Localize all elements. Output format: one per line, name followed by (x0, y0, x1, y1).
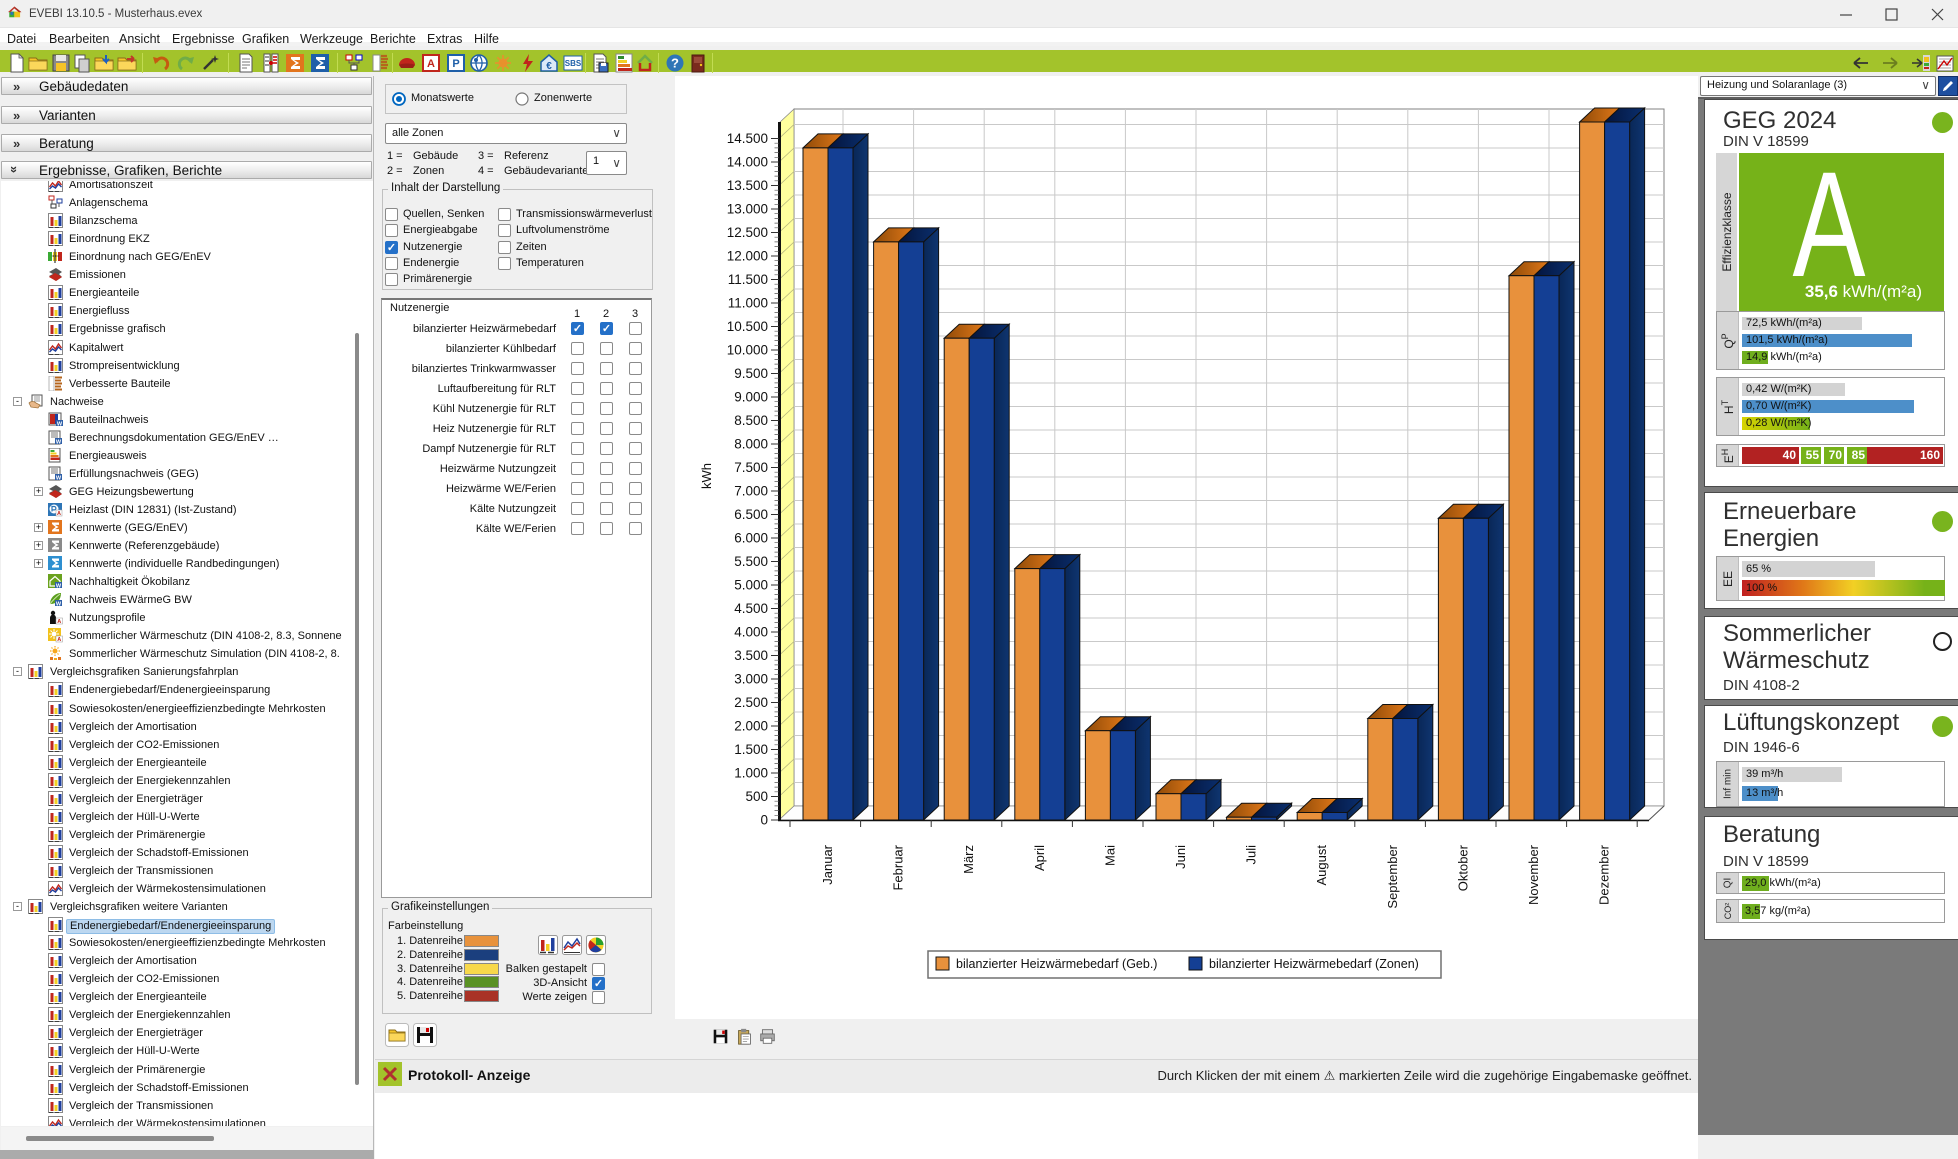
svg-text:0: 0 (760, 813, 768, 828)
svg-text:€: € (546, 61, 552, 72)
svg-text:7.000: 7.000 (734, 484, 768, 499)
svg-text:500: 500 (745, 789, 768, 804)
svg-text:bilanzierter Heizwärmebedarf (: bilanzierter Heizwärmebedarf (Zonen) (1209, 957, 1419, 971)
svg-text:13.000: 13.000 (727, 202, 768, 217)
svg-text:SBS: SBS (565, 59, 582, 68)
svg-text:2.500: 2.500 (734, 695, 768, 710)
svg-text:Mai: Mai (1102, 845, 1117, 866)
svg-text:5.500: 5.500 (734, 554, 768, 569)
svg-text:8.500: 8.500 (734, 413, 768, 428)
svg-text:12.500: 12.500 (727, 225, 768, 240)
svg-text:6.500: 6.500 (734, 507, 768, 522)
svg-text:2.000: 2.000 (734, 719, 768, 734)
svg-text:bilanzierter Heizwärmebedarf (: bilanzierter Heizwärmebedarf (Geb.) (956, 957, 1157, 971)
svg-text:A: A (427, 58, 435, 70)
svg-text:Februar: Februar (891, 844, 906, 890)
svg-text:3.000: 3.000 (734, 672, 768, 687)
svg-text:6.000: 6.000 (734, 531, 768, 546)
svg-text:Juli: Juli (1244, 845, 1259, 865)
svg-text:September: September (1385, 844, 1400, 908)
svg-text:März: März (961, 845, 976, 874)
svg-text:1.500: 1.500 (734, 742, 768, 757)
svg-text:11.000: 11.000 (728, 296, 768, 311)
svg-text:August: August (1314, 845, 1329, 886)
svg-text:9.000: 9.000 (734, 390, 768, 405)
svg-text:7.500: 7.500 (734, 460, 768, 475)
svg-text:10.500: 10.500 (727, 319, 768, 334)
svg-text:13.500: 13.500 (727, 178, 768, 193)
svg-text:12.000: 12.000 (727, 249, 768, 264)
svg-text:4.000: 4.000 (734, 625, 768, 640)
svg-text:Dezember: Dezember (1597, 844, 1612, 905)
svg-text:Januar: Januar (820, 844, 835, 884)
svg-text:14.500: 14.500 (727, 131, 768, 146)
svg-text:April: April (1032, 845, 1047, 871)
svg-text:kWh: kWh (699, 463, 714, 489)
svg-text:14.000: 14.000 (727, 155, 768, 170)
svg-text:3.500: 3.500 (734, 648, 768, 663)
svg-text:1.000: 1.000 (734, 766, 768, 781)
svg-text:Oktober: Oktober (1455, 844, 1470, 891)
svg-text:4.500: 4.500 (734, 601, 768, 616)
svg-text:November: November (1526, 844, 1541, 905)
svg-text:9.500: 9.500 (734, 366, 768, 381)
svg-text:Juni: Juni (1173, 845, 1188, 869)
svg-text:8.000: 8.000 (734, 437, 768, 452)
svg-text:11.500: 11.500 (728, 272, 768, 287)
svg-text:P: P (452, 58, 459, 70)
svg-text:5.000: 5.000 (734, 578, 768, 593)
svg-text:?: ? (671, 56, 679, 71)
svg-text:10.000: 10.000 (727, 343, 768, 358)
